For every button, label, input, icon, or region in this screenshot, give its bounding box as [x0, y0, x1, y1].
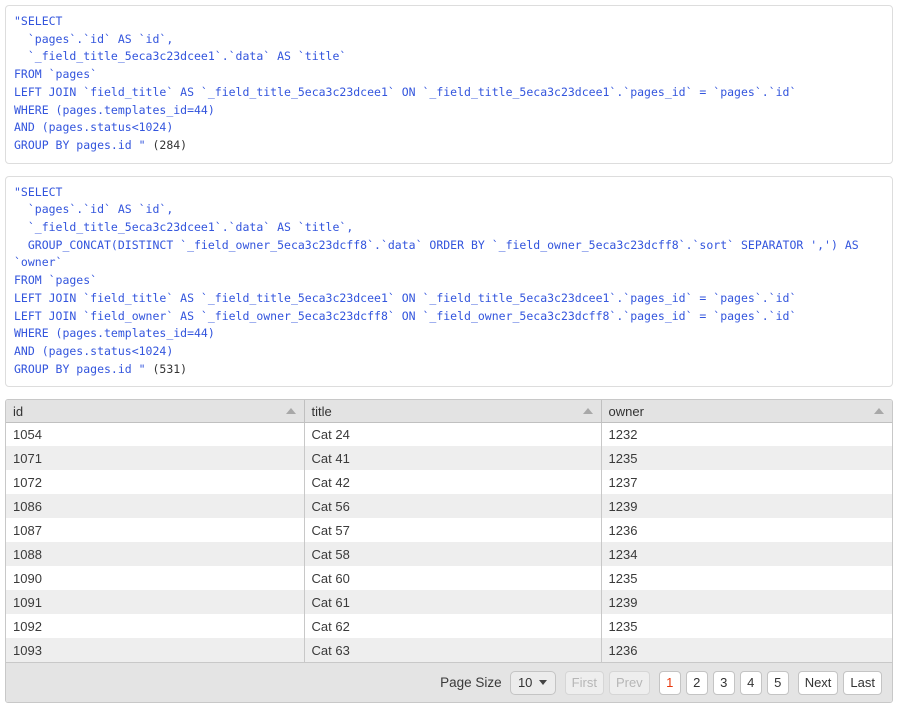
- cell-owner: 1236: [601, 638, 892, 663]
- pagination-first-button[interactable]: First: [564, 670, 604, 695]
- cell-title: Cat 42: [304, 470, 602, 495]
- pagination-last-button[interactable]: Last: [843, 670, 882, 695]
- cell-title: Cat 61: [304, 590, 602, 615]
- sql-line: WHERE (pages.templates_id=44): [14, 102, 215, 117]
- cell-id: 1092: [6, 614, 305, 639]
- sql-result-count: (284): [152, 137, 188, 152]
- sql-line: AND (pages.status<1024): [14, 120, 174, 135]
- table-row[interactable]: 1086 Cat 56 1239: [6, 494, 892, 519]
- sort-ascending-icon[interactable]: [582, 408, 593, 415]
- cell-owner: 1235: [601, 446, 892, 471]
- sql-result-count: (531): [152, 361, 188, 376]
- table-row[interactable]: 1091 Cat 61 1239: [6, 590, 892, 615]
- column-header-label: id: [13, 403, 24, 419]
- cell-title: Cat 63: [304, 638, 602, 663]
- pagination-page-3[interactable]: 3: [712, 670, 735, 695]
- sql-line: `_field_title_5eca3c23dcee1`.`data` AS `…: [14, 220, 354, 235]
- sql-line: `_field_title_5eca3c23dcee1`.`data` AS `…: [14, 49, 347, 64]
- sql-line: GROUP BY pages.id " (284): [14, 137, 188, 152]
- cell-owner: 1232: [601, 422, 892, 447]
- column-header-id[interactable]: id: [6, 400, 305, 423]
- cell-id: 1071: [6, 446, 305, 471]
- page-size-select[interactable]: 10: [509, 670, 556, 695]
- table-row[interactable]: 1090 Cat 60 1235: [6, 566, 892, 591]
- cell-owner: 1235: [601, 566, 892, 591]
- pagination-page-1[interactable]: 1: [658, 670, 681, 695]
- cell-id: 1054: [6, 422, 305, 447]
- sql-line: "SELECT: [14, 184, 63, 199]
- pagination-page-2[interactable]: 2: [685, 670, 708, 695]
- pagination-numbers: 12345: [650, 670, 789, 695]
- table-header: id title owner: [6, 400, 892, 423]
- cell-owner: 1239: [601, 494, 892, 519]
- cell-title: Cat 24: [304, 422, 602, 447]
- table-row[interactable]: 1072 Cat 42 1237: [6, 470, 892, 495]
- page-size-value: 10: [517, 675, 533, 691]
- cell-owner: 1239: [601, 590, 892, 615]
- column-header-owner[interactable]: owner: [601, 400, 892, 423]
- sql-line: "SELECT: [14, 14, 63, 28]
- column-header-label: title: [311, 403, 332, 419]
- pagination-next-button[interactable]: Next: [797, 670, 839, 695]
- column-header-label: owner: [608, 403, 644, 419]
- results-table: id title owner 1054 Cat 24 1232 1071 Cat 41 123…: [6, 400, 892, 663]
- sql-query-panel-1: "SELECT `pages`.`id` AS `id`, `_field_ti…: [5, 5, 893, 164]
- page-size-label: Page Size: [440, 675, 502, 691]
- pagination-page-4[interactable]: 4: [739, 670, 762, 695]
- column-header-title[interactable]: title: [304, 400, 602, 423]
- cell-id: 1091: [6, 590, 305, 615]
- sql-line: GROUP BY pages.id " (531): [14, 361, 188, 376]
- cell-id: 1086: [6, 494, 305, 519]
- table-row[interactable]: 1093 Cat 63 1236: [6, 638, 892, 663]
- cell-owner: 1235: [601, 614, 892, 639]
- table-row[interactable]: 1071 Cat 41 1235: [6, 446, 892, 471]
- cell-title: Cat 57: [304, 518, 602, 543]
- table-row[interactable]: 1092 Cat 62 1235: [6, 614, 892, 639]
- cell-id: 1093: [6, 638, 305, 663]
- sql-line: FROM `pages`: [14, 273, 98, 288]
- sql-line: `pages`.`id` AS `id`,: [14, 31, 174, 46]
- pagination-page-5[interactable]: 5: [766, 670, 789, 695]
- pagination-prev-button[interactable]: Prev: [608, 670, 650, 695]
- sort-ascending-icon[interactable]: [285, 408, 296, 415]
- cell-title: Cat 62: [304, 614, 602, 639]
- sql-query-panel-2: "SELECT `pages`.`id` AS `id`, `_field_ti…: [5, 175, 893, 388]
- cell-owner: 1237: [601, 470, 892, 495]
- cell-id: 1090: [6, 566, 305, 591]
- sql-line: LEFT JOIN `field_title` AS `_field_title…: [14, 84, 797, 99]
- cell-owner: 1234: [601, 542, 892, 567]
- table-row[interactable]: 1088 Cat 58 1234: [6, 542, 892, 567]
- cell-title: Cat 60: [304, 566, 602, 591]
- sql-line: FROM `pages`: [14, 67, 98, 82]
- cell-id: 1087: [6, 518, 305, 543]
- sql-line: `pages`.`id` AS `id`,: [14, 202, 174, 217]
- sort-ascending-icon[interactable]: [874, 408, 884, 415]
- chevron-down-icon: [539, 680, 548, 686]
- cell-title: Cat 58: [304, 542, 602, 567]
- cell-title: Cat 41: [304, 446, 602, 471]
- sql-line: GROUP_CONCAT(DISTINCT `_field_owner_5eca…: [14, 237, 859, 252]
- sql-line: WHERE (pages.templates_id=44): [14, 326, 215, 341]
- sql-line: `owner`: [14, 255, 63, 270]
- grid-footer: Page Size 10 First Prev 12345 Next Last: [6, 662, 892, 703]
- sql-line: LEFT JOIN `field_owner` AS `_field_owner…: [14, 308, 797, 323]
- table-row[interactable]: 1054 Cat 24 1232: [6, 422, 892, 447]
- cell-id: 1088: [6, 542, 305, 567]
- results-grid: id title owner 1054 Cat 24 1232 1071 Cat 41 123…: [5, 399, 893, 704]
- cell-owner: 1236: [601, 518, 892, 543]
- cell-title: Cat 56: [304, 494, 602, 519]
- table-header-row: id title owner: [6, 400, 892, 423]
- cell-id: 1072: [6, 470, 305, 495]
- table-row[interactable]: 1087 Cat 57 1236: [6, 518, 892, 543]
- table-body: 1054 Cat 24 1232 1071 Cat 41 1235 1072 Cat 42 12…: [6, 422, 892, 663]
- sql-line: AND (pages.status<1024): [14, 343, 174, 358]
- sql-line: LEFT JOIN `field_title` AS `_field_title…: [14, 290, 797, 305]
